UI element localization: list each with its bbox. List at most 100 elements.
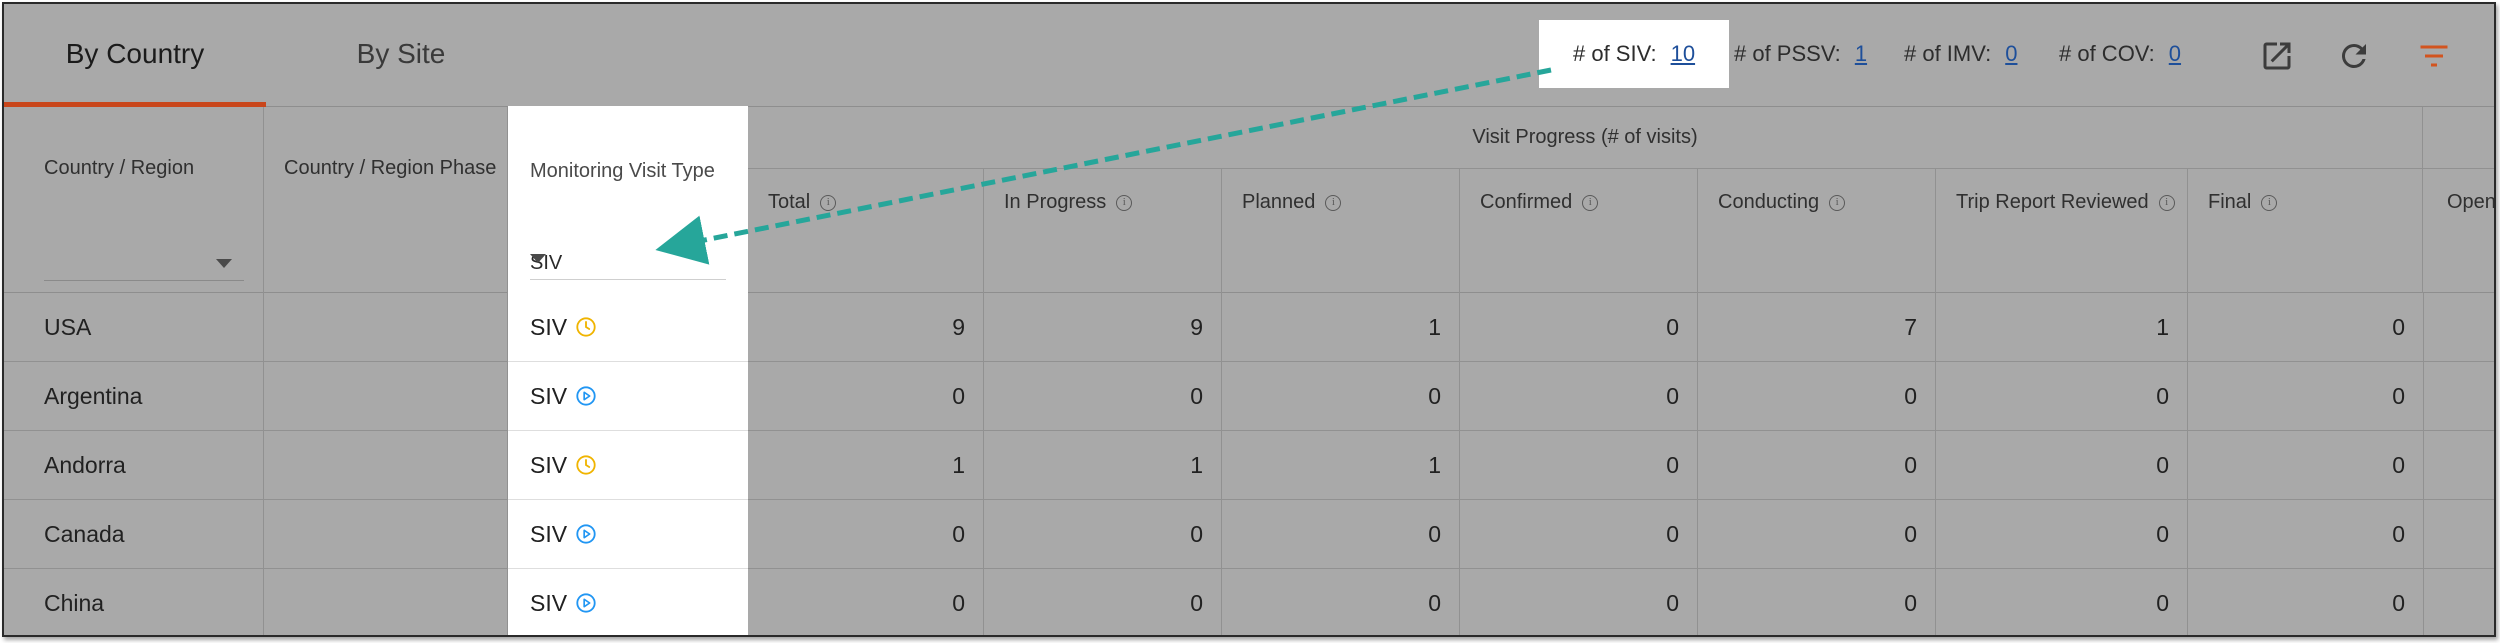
country-cell: USA <box>4 293 264 362</box>
play-circle-icon <box>575 385 597 407</box>
column-group-visit-progress: Visit Progress (# of visits) <box>748 107 2423 169</box>
planned-cell: 0 <box>1222 362 1460 431</box>
visit-type-cell: SIV <box>508 362 748 431</box>
pssv-count-label: # of PSSV: <box>1734 41 1841 66</box>
table-row[interactable]: Andorra SIV 1 1 1 0 0 0 0 <box>4 431 2494 500</box>
clock-icon <box>575 454 597 476</box>
total-cell: 0 <box>748 569 984 635</box>
phase-cell <box>264 362 508 431</box>
visit-type-filter-dropdown[interactable]: SIV <box>530 242 726 280</box>
column-header-total: Total i <box>748 169 984 293</box>
column-header-final-label: Final <box>2208 191 2252 213</box>
chevron-down-icon <box>530 254 546 263</box>
trip-report-reviewed-cell: 0 <box>1936 569 2188 635</box>
planned-cell: 0 <box>1222 500 1460 569</box>
in-progress-cell: 1 <box>984 431 1222 500</box>
final-cell: 0 <box>2188 362 2424 431</box>
pssv-count-link[interactable]: 1 <box>1855 41 1867 67</box>
country-name: USA <box>44 314 92 340</box>
table-header: Country / Region Country / Region Phase … <box>4 106 2494 296</box>
column-header-total-label: Total <box>768 191 811 213</box>
total-cell: 0 <box>748 362 984 431</box>
visit-type-cell: SIV <box>508 569 748 635</box>
open-cell <box>2424 362 2494 431</box>
play-circle-icon <box>575 523 597 545</box>
confirmed-cell: 0 <box>1460 293 1698 362</box>
table-row[interactable]: Canada SIV 0 0 0 0 0 0 0 <box>4 500 2494 569</box>
open-cell <box>2424 569 2494 635</box>
trip-report-reviewed-cell: 1 <box>1936 293 2188 362</box>
trip-report-reviewed-cell: 0 <box>1936 362 2188 431</box>
tab-bar: By Country By Site # of SIV: 10 # of PSS… <box>4 4 2494 107</box>
country-cell: Andorra <box>4 431 264 500</box>
refresh-icon[interactable] <box>2336 38 2372 74</box>
info-icon[interactable]: i <box>2261 194 2278 211</box>
trip-report-reviewed-cell: 0 <box>1936 500 2188 569</box>
open-cell <box>2424 293 2494 362</box>
visit-type-value: SIV <box>530 382 568 409</box>
column-header-confirmed-label: Confirmed <box>1480 191 1573 213</box>
conducting-cell: 0 <box>1698 569 1936 635</box>
siv-count: # of SIV: 10 <box>1539 20 1729 88</box>
imv-count-link[interactable]: 0 <box>2005 41 2017 67</box>
column-header-planned-label: Planned <box>1242 191 1316 213</box>
confirmed-cell: 0 <box>1460 500 1698 569</box>
country-filter-dropdown[interactable] <box>44 247 244 281</box>
table-body: USA SIV 9 9 1 0 7 1 0 Argentina SIV 0 0 … <box>4 293 2494 635</box>
open-cell <box>2424 500 2494 569</box>
planned-cell: 1 <box>1222 431 1460 500</box>
country-cell: Argentina <box>4 362 264 431</box>
clock-icon <box>575 316 597 338</box>
table-row[interactable]: USA SIV 9 9 1 0 7 1 0 <box>4 293 2494 362</box>
play-circle-icon <box>575 592 597 614</box>
conducting-cell: 0 <box>1698 362 1936 431</box>
country-name: Argentina <box>44 383 143 409</box>
column-header-open: Open <box>2423 169 2494 293</box>
siv-count-link[interactable]: 10 <box>1671 41 1695 67</box>
confirmed-cell: 0 <box>1460 569 1698 635</box>
open-cell <box>2424 431 2494 500</box>
final-cell: 0 <box>2188 500 2424 569</box>
imv-count: # of IMV: 0 <box>1904 4 2017 104</box>
phase-cell <box>264 431 508 500</box>
country-cell: Canada <box>4 500 264 569</box>
conducting-cell: 0 <box>1698 500 1936 569</box>
column-header-country-label: Country / Region <box>44 157 195 179</box>
phase-cell <box>264 569 508 635</box>
table-row[interactable]: China SIV 0 0 0 0 0 0 0 <box>4 569 2494 635</box>
country-name: China <box>44 590 105 616</box>
country-cell: China <box>4 569 264 635</box>
info-icon[interactable]: i <box>1325 194 1342 211</box>
visit-type-value: SIV <box>530 313 568 340</box>
info-icon[interactable]: i <box>2158 194 2175 211</box>
column-header-visit-type-label: Monitoring Visit Type <box>530 160 715 182</box>
cov-count-link[interactable]: 0 <box>2169 41 2181 67</box>
visit-type-cell: SIV <box>508 293 748 362</box>
open-in-new-icon[interactable] <box>2259 38 2295 74</box>
country-name: Canada <box>44 521 125 547</box>
column-header-visit-type: Monitoring Visit Type SIV <box>508 106 748 296</box>
tab-by-country[interactable]: By Country <box>4 4 266 107</box>
country-name: Andorra <box>44 452 126 478</box>
filter-icon[interactable] <box>2416 38 2452 74</box>
info-icon[interactable]: i <box>820 194 837 211</box>
app-window: By Country By Site # of SIV: 10 # of PSS… <box>2 2 2496 637</box>
in-progress-cell: 0 <box>984 362 1222 431</box>
column-header-in-progress-label: In Progress <box>1004 191 1107 213</box>
tab-by-site[interactable]: By Site <box>266 4 536 104</box>
info-icon[interactable]: i <box>1116 194 1133 211</box>
pssv-count: # of PSSV: 1 <box>1734 4 1867 104</box>
total-cell: 9 <box>748 293 984 362</box>
final-cell: 0 <box>2188 569 2424 635</box>
column-header-planned: Planned i <box>1222 169 1460 293</box>
final-cell: 0 <box>2188 431 2424 500</box>
column-header-in-progress: In Progress i <box>984 169 1222 293</box>
column-header-country: Country / Region <box>4 107 264 293</box>
table-row[interactable]: Argentina SIV 0 0 0 0 0 0 0 <box>4 362 2494 431</box>
visit-type-value: SIV <box>530 520 568 547</box>
cov-count-label: # of COV: <box>2059 41 2155 66</box>
column-header-phase: Country / Region Phase <box>264 107 508 293</box>
info-icon[interactable]: i <box>1829 194 1846 211</box>
column-group-spacer <box>2423 107 2494 169</box>
info-icon[interactable]: i <box>1582 194 1599 211</box>
